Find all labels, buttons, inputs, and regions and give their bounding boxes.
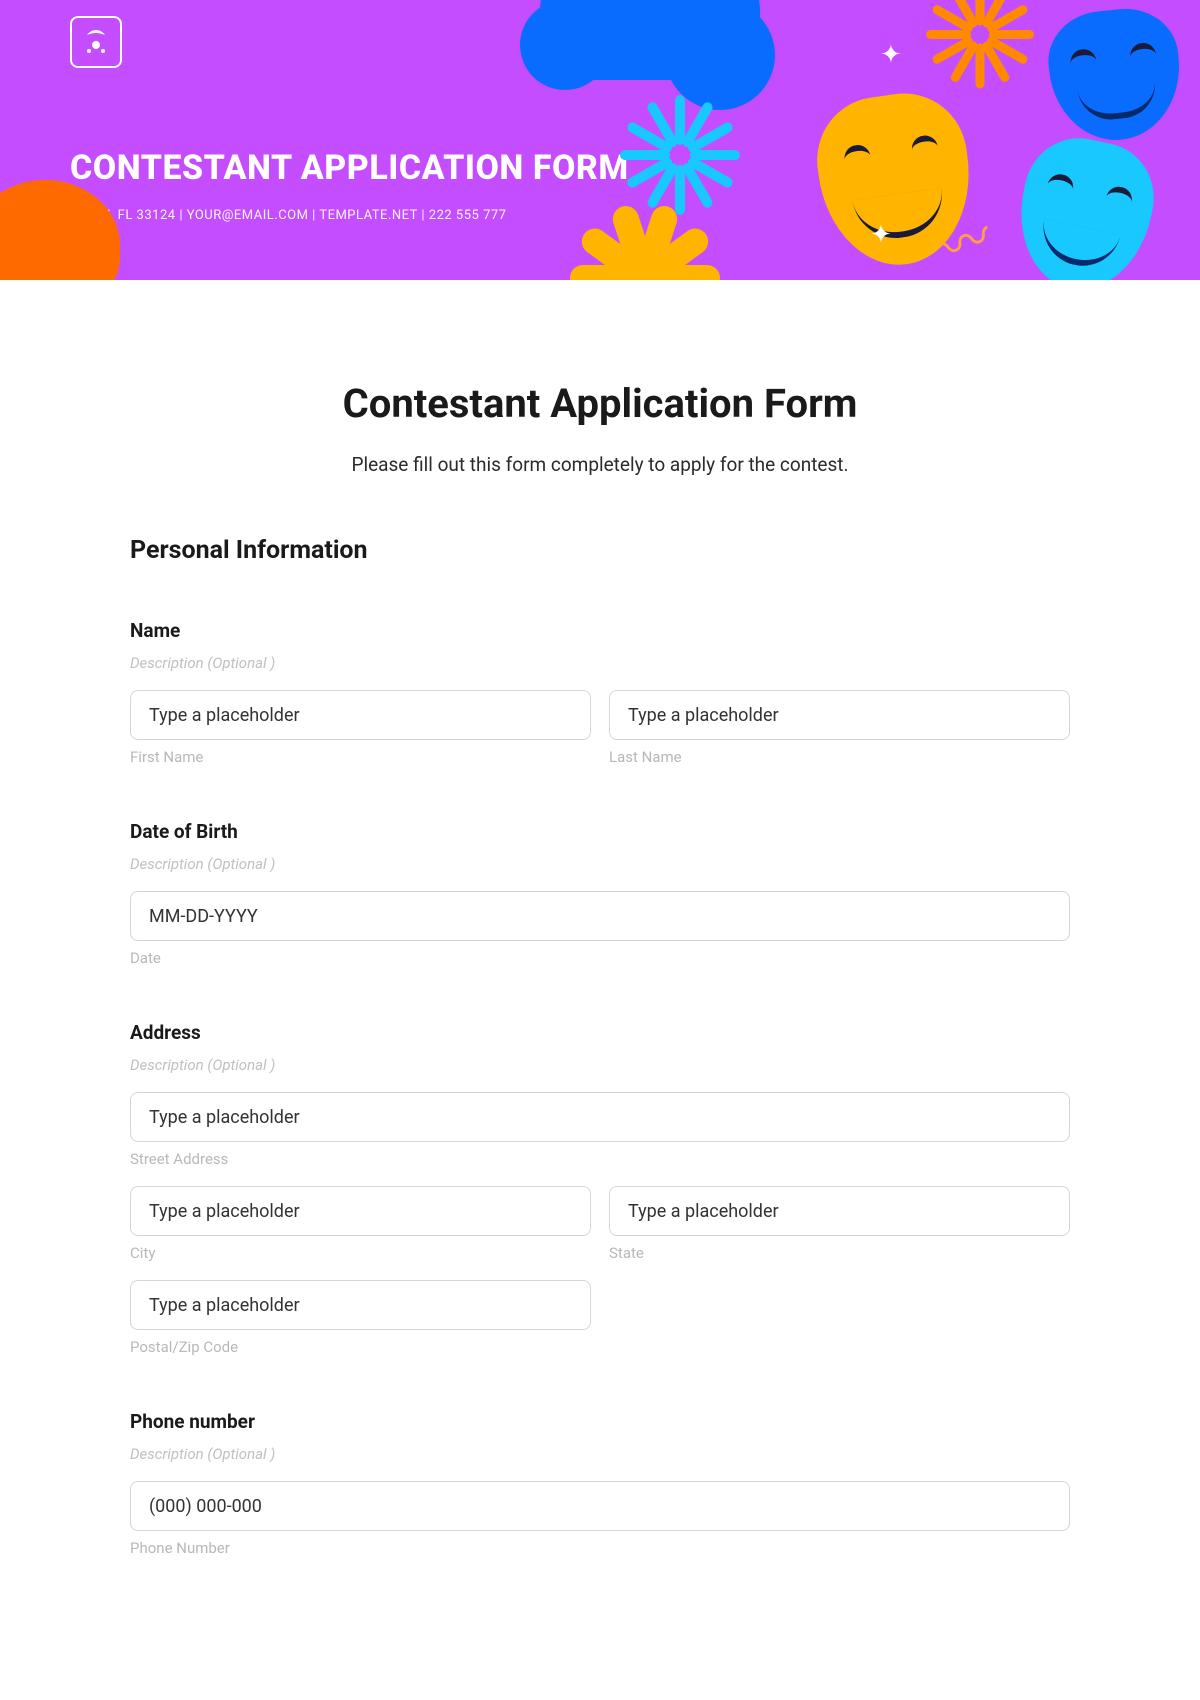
section-personal-info: Personal Information (130, 536, 1070, 565)
city-input[interactable] (130, 1186, 591, 1236)
logo-icon (70, 16, 122, 68)
address-description: Description (Optional ) (130, 1056, 1070, 1074)
name-label: Name (130, 619, 1070, 642)
hero-title: CONTESTANT APPLICATION FORM (70, 148, 1130, 188)
first-name-input[interactable] (130, 690, 591, 740)
city-sublabel: City (130, 1244, 591, 1262)
address-label: Address (130, 1021, 1070, 1044)
page-subtitle: Please fill out this form completely to … (130, 453, 1070, 476)
name-description: Description (Optional ) (130, 654, 1070, 672)
field-dob: Date of Birth Description (Optional ) Da… (130, 820, 1070, 967)
last-name-sublabel: Last Name (609, 748, 1070, 766)
cloud-decoration (540, 0, 760, 80)
phone-sublabel: Phone Number (130, 1539, 1070, 1557)
street-sublabel: Street Address (130, 1150, 1070, 1168)
phone-input[interactable] (130, 1481, 1070, 1531)
first-name-sublabel: First Name (130, 748, 591, 766)
state-sublabel: State (609, 1244, 1070, 1262)
mask-icon (1044, 4, 1187, 147)
field-name: Name Description (Optional ) First Name … (130, 619, 1070, 766)
sun-icon (570, 190, 720, 280)
field-phone: Phone number Description (Optional ) Pho… (130, 1410, 1070, 1557)
street-input[interactable] (130, 1092, 1070, 1142)
blob-decoration (0, 180, 120, 280)
sparkle-icon: ✦ (870, 220, 892, 250)
starburst-icon (926, 0, 1034, 84)
dob-description: Description (Optional ) (130, 855, 1070, 873)
last-name-input[interactable] (609, 690, 1070, 740)
page-title: Contestant Application Form (130, 380, 1070, 427)
field-address: Address Description (Optional ) Street A… (130, 1021, 1070, 1356)
dob-input[interactable] (130, 891, 1070, 941)
hero-banner: CONTESTANT APPLICATION FORM MIAMI, FL 33… (0, 0, 1200, 280)
state-input[interactable] (609, 1186, 1070, 1236)
phone-label: Phone number (130, 1410, 1070, 1433)
dob-label: Date of Birth (130, 820, 1070, 843)
form-document: Contestant Application Form Please fill … (0, 280, 1200, 1587)
zip-sublabel: Postal/Zip Code (130, 1338, 591, 1356)
zip-input[interactable] (130, 1280, 591, 1330)
sparkle-icon: ✦ (880, 40, 902, 70)
dob-sublabel: Date (130, 949, 1070, 967)
phone-description: Description (Optional ) (130, 1445, 1070, 1463)
